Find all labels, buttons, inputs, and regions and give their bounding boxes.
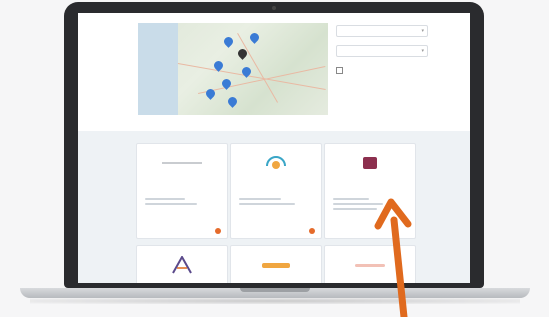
laptop-notch <box>240 288 310 292</box>
chevron-down-icon: ▾ <box>421 48 424 54</box>
camera-dot <box>272 6 276 10</box>
laptop-shadow <box>30 298 520 304</box>
card-action-button[interactable] <box>215 228 221 234</box>
card-text-line <box>145 203 197 205</box>
logo-mark <box>266 156 286 169</box>
map-section: ▾ ▾ <box>78 13 470 131</box>
company-logo <box>147 254 217 276</box>
filter-checkbox-row[interactable] <box>336 65 428 81</box>
card-text-line <box>239 198 281 200</box>
card-action-button[interactable] <box>309 228 315 234</box>
orange-pointer-arrow-icon <box>374 198 412 317</box>
company-card[interactable] <box>136 143 228 239</box>
company-card[interactable] <box>136 245 228 283</box>
chevron-down-icon: ▾ <box>421 28 424 34</box>
filters: ▾ ▾ <box>336 25 428 81</box>
map-pin-icon[interactable] <box>248 31 261 44</box>
logo-mark <box>172 256 192 274</box>
company-card[interactable] <box>230 245 322 283</box>
logo-mark <box>363 157 377 169</box>
category-select[interactable]: ▾ <box>336 45 428 57</box>
logo-mark <box>262 262 290 268</box>
logo-mark <box>162 162 202 164</box>
region-select[interactable]: ▾ <box>336 25 428 37</box>
company-logo <box>241 152 311 174</box>
company-logo <box>241 254 311 276</box>
map-pin-icon[interactable] <box>226 95 239 108</box>
company-logo <box>147 152 217 174</box>
map-road <box>177 63 326 91</box>
company-card[interactable] <box>230 143 322 239</box>
card-text-line <box>239 203 295 205</box>
company-logo <box>335 152 405 174</box>
map-sea <box>138 23 178 115</box>
card-text-line <box>145 198 185 200</box>
filter-checkbox[interactable] <box>336 67 343 74</box>
map[interactable] <box>138 23 328 115</box>
map-pin-icon[interactable] <box>222 35 235 48</box>
